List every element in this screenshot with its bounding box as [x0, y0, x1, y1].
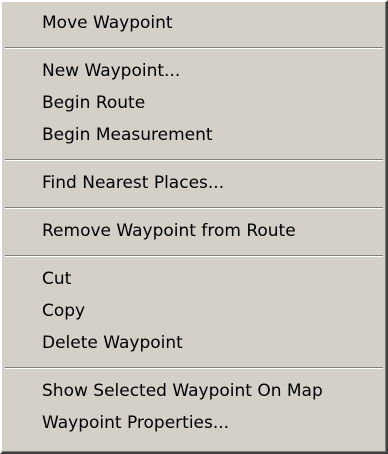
- menu-item-copy[interactable]: Copy: [2, 295, 386, 327]
- menu-separator: [5, 47, 383, 49]
- menu-item-begin-route[interactable]: Begin Route: [2, 87, 386, 119]
- menu-item-delete-waypoint[interactable]: Delete Waypoint: [2, 327, 386, 359]
- menu-separator: [5, 159, 383, 161]
- menu-item-show-selected-waypoint-on-map[interactable]: Show Selected Waypoint On Map: [2, 375, 386, 407]
- menu-separator: [5, 255, 383, 257]
- menu-separator: [5, 207, 383, 209]
- menu-item-find-nearest-places[interactable]: Find Nearest Places...: [2, 167, 386, 199]
- menu-separator: [5, 367, 383, 369]
- menu-item-new-waypoint[interactable]: New Waypoint...: [2, 55, 386, 87]
- menu-item-cut[interactable]: Cut: [2, 263, 386, 295]
- menu-item-remove-waypoint-from-route[interactable]: Remove Waypoint from Route: [2, 215, 386, 247]
- menu-item-begin-measurement[interactable]: Begin Measurement: [2, 119, 386, 151]
- context-menu: Move Waypoint New Waypoint... Begin Rout…: [0, 0, 388, 454]
- menu-item-move-waypoint[interactable]: Move Waypoint: [2, 7, 386, 39]
- menu-item-waypoint-properties[interactable]: Waypoint Properties...: [2, 407, 386, 439]
